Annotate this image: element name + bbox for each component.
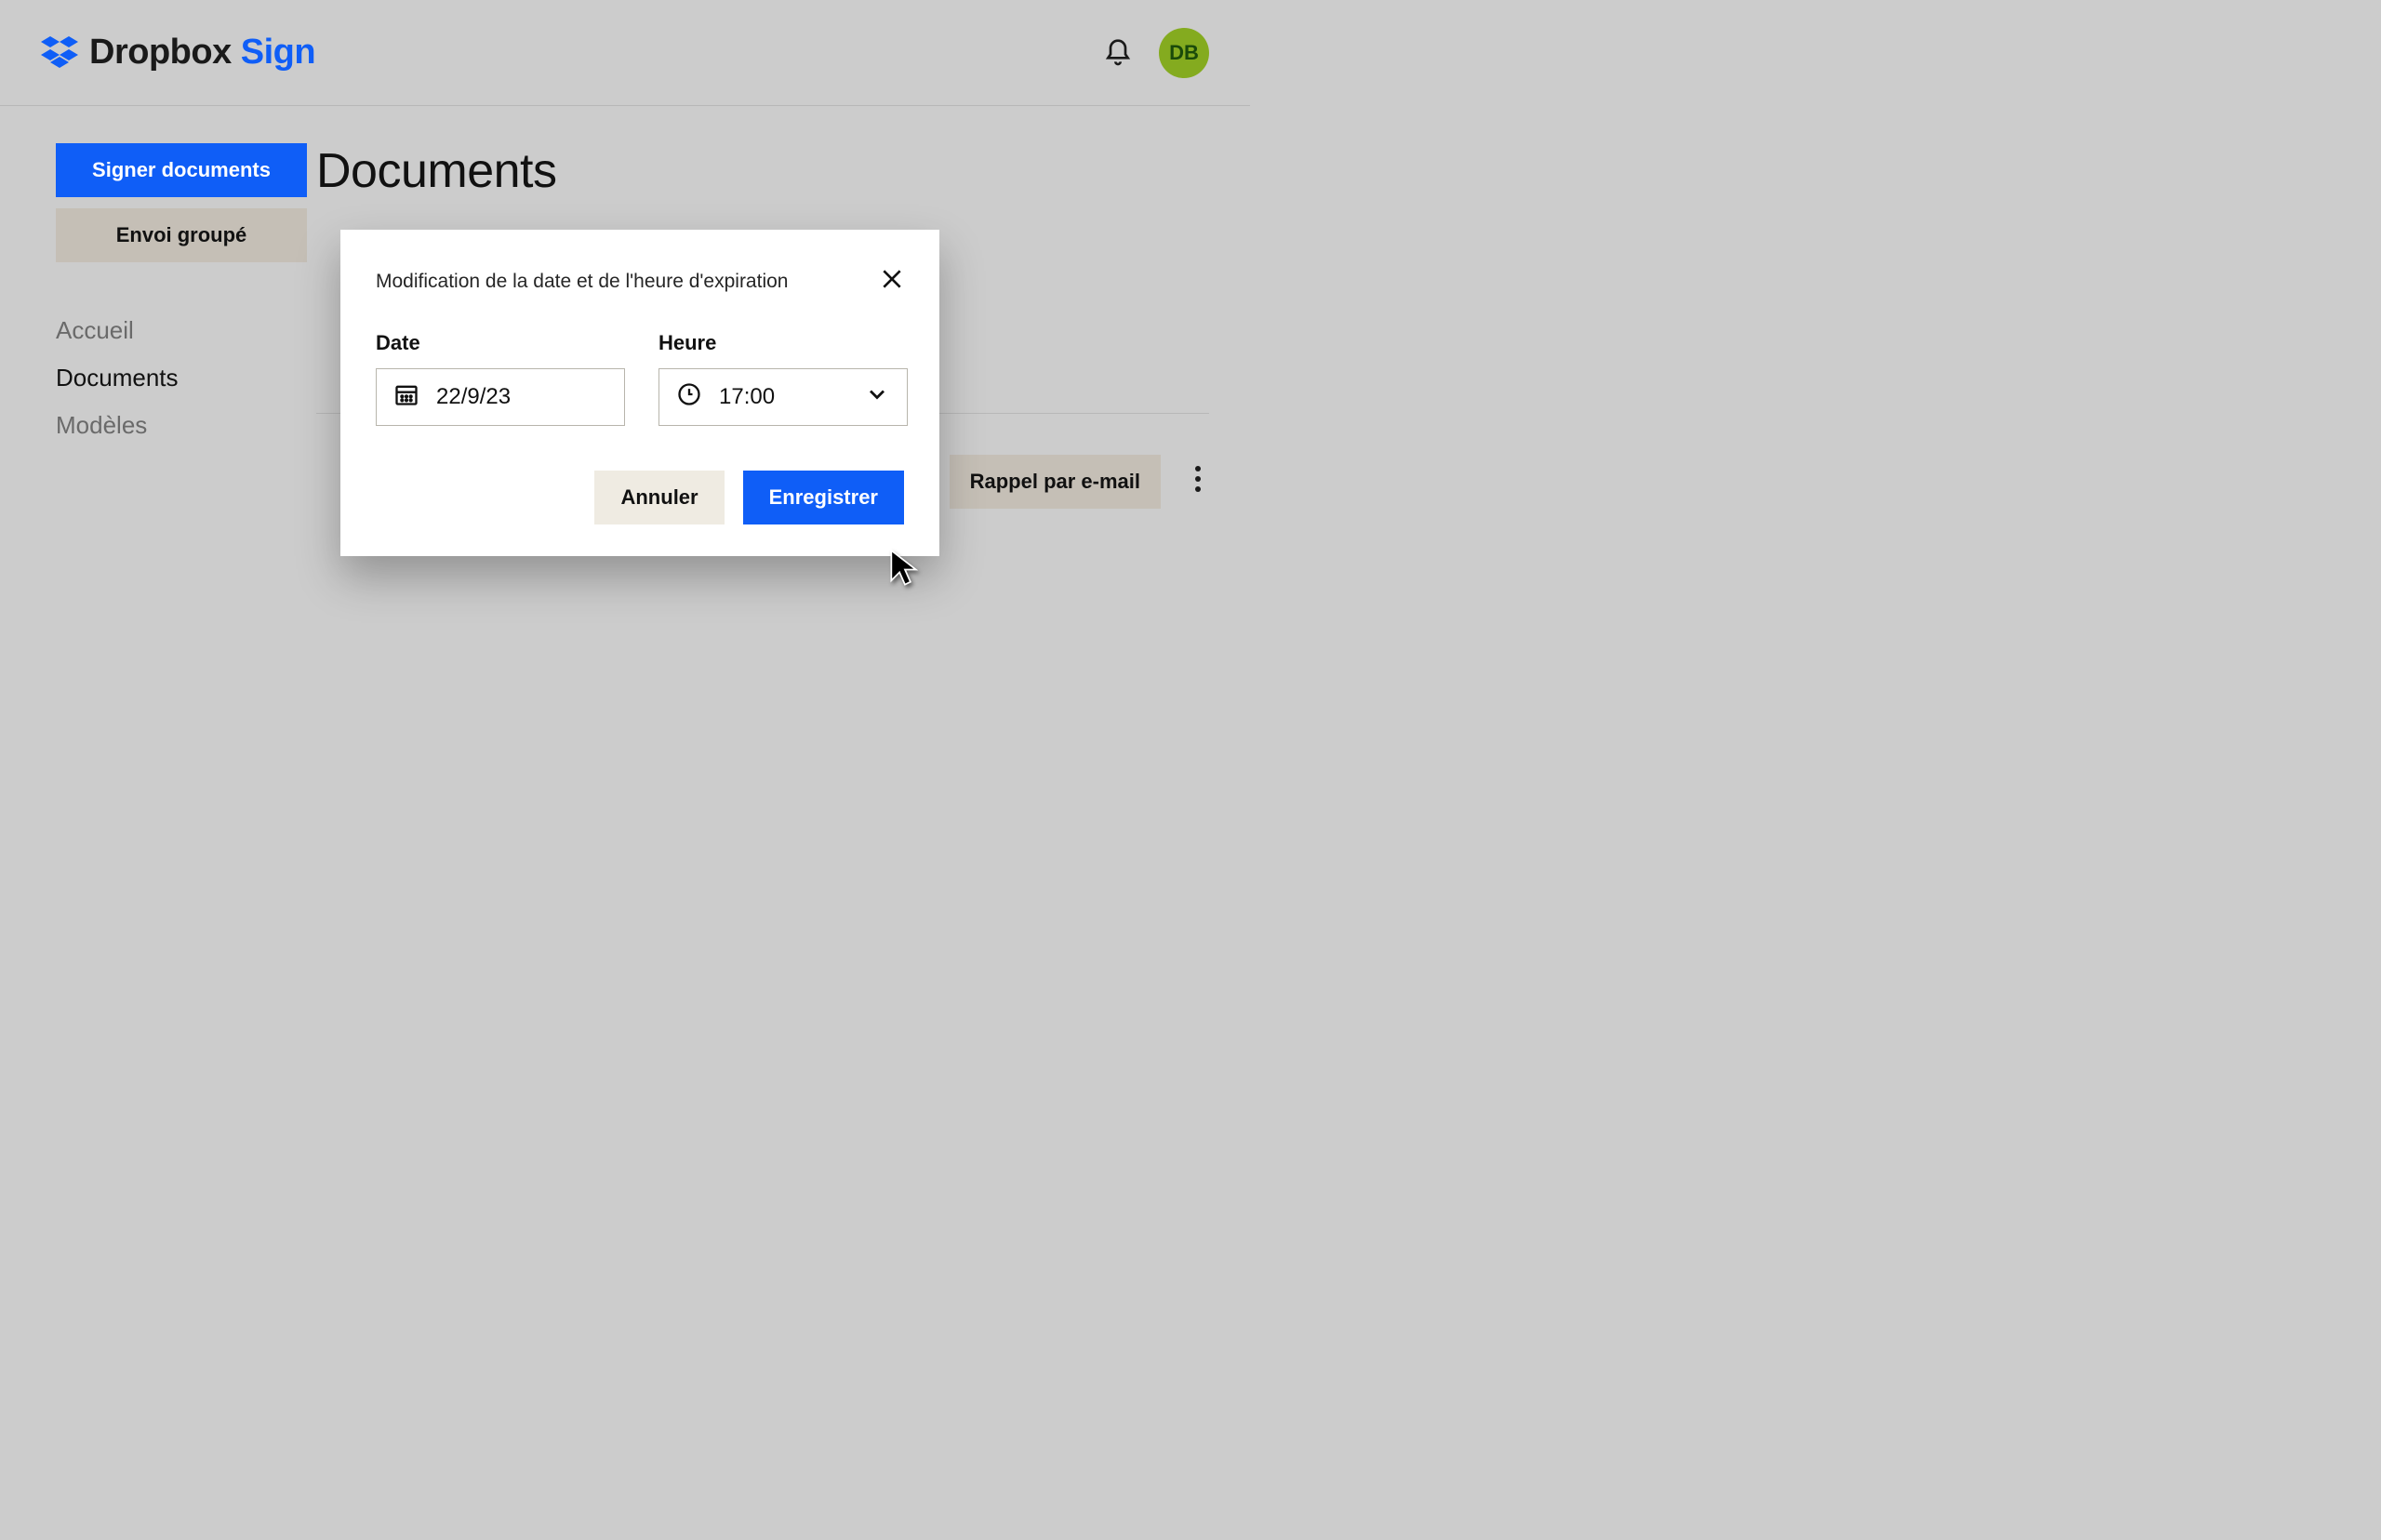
- save-button[interactable]: Enregistrer: [743, 471, 904, 524]
- sidebar-nav: Accueil Documents Modèles: [56, 307, 316, 449]
- email-reminder-button[interactable]: Rappel par e-mail: [950, 455, 1161, 509]
- date-input[interactable]: 22/9/23: [376, 368, 625, 426]
- nav-documents[interactable]: Documents: [56, 354, 316, 402]
- sign-documents-button[interactable]: Signer documents: [56, 143, 307, 197]
- more-actions-button[interactable]: [1187, 465, 1209, 499]
- bulk-send-button[interactable]: Envoi groupé: [56, 208, 307, 262]
- calendar-icon: [393, 381, 419, 414]
- date-value: 22/9/23: [436, 384, 511, 410]
- edit-expiration-modal: Modification de la date et de l'heure d'…: [340, 230, 939, 556]
- time-label: Heure: [658, 331, 908, 355]
- time-value: 17:00: [719, 384, 775, 410]
- dropbox-icon: [41, 34, 78, 72]
- nav-templates[interactable]: Modèles: [56, 402, 316, 449]
- avatar[interactable]: DB: [1159, 28, 1209, 78]
- date-field: Date 22/9/23: [376, 331, 625, 426]
- cancel-button[interactable]: Annuler: [594, 471, 724, 524]
- brand-name: Dropbox: [89, 33, 232, 72]
- clock-icon: [676, 381, 702, 414]
- brand-logo: Dropbox Sign: [41, 33, 315, 73]
- app-header: Dropbox Sign DB: [0, 0, 1250, 106]
- date-label: Date: [376, 331, 625, 355]
- close-button[interactable]: [880, 267, 904, 296]
- time-select[interactable]: 17:00: [658, 368, 908, 426]
- time-field: Heure 17:00: [658, 331, 908, 426]
- avatar-initials: DB: [1169, 41, 1199, 65]
- chevron-down-icon: [864, 381, 890, 414]
- notifications-button[interactable]: [1103, 38, 1133, 68]
- brand-product: Sign: [241, 33, 315, 72]
- page-title: Documents: [316, 143, 1209, 199]
- header-actions: DB: [1103, 28, 1209, 78]
- nav-home[interactable]: Accueil: [56, 307, 316, 354]
- modal-title: Modification de la date et de l'heure d'…: [376, 271, 788, 293]
- sidebar: Signer documents Envoi groupé Accueil Do…: [0, 143, 316, 509]
